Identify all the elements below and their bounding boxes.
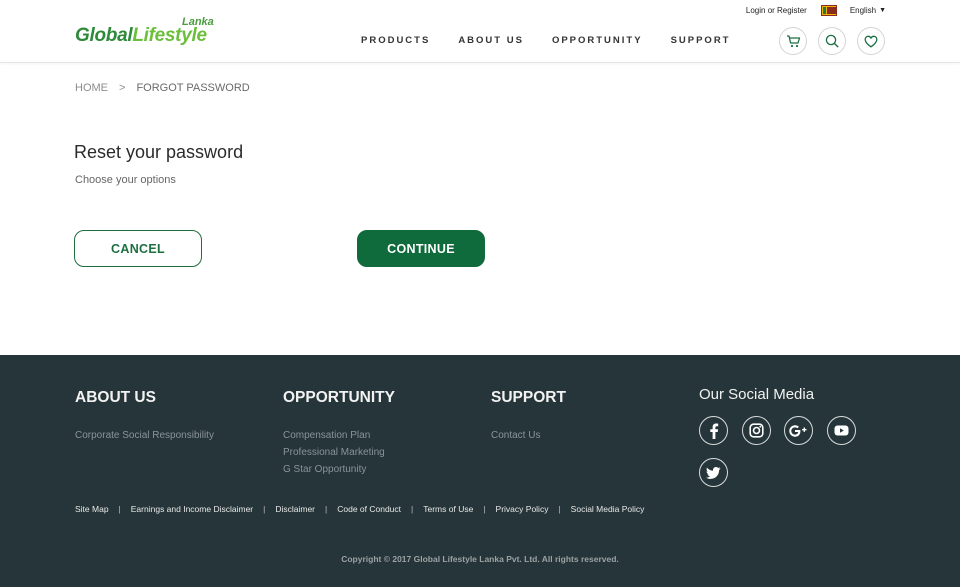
footer-opportunity-heading: OPPORTUNITY [283,389,395,406]
search-button[interactable] [818,27,846,55]
footer-about-heading: ABOUT US [75,389,156,406]
breadcrumb: HOME > FORGOT PASSWORD [75,82,250,94]
footer-link-privacy-policy[interactable]: Privacy Policy [496,504,549,514]
sri-lanka-flag-icon [820,5,837,16]
breadcrumb-current: FORGOT PASSWORD [136,82,250,94]
heart-icon [864,35,878,48]
youtube-icon[interactable] [826,416,856,445]
instagram-icon[interactable] [741,416,771,445]
footer-link-site-map[interactable]: Site Map [75,504,109,514]
footer-link-professional-marketing[interactable]: Professional Marketing [283,444,395,461]
footer-link-disclaimer[interactable]: Disclaimer [275,504,315,514]
cart-button[interactable] [779,27,807,55]
footer-link-contact-us[interactable]: Contact Us [491,427,566,444]
utility-bar: Login or Register English ▼ [746,5,886,16]
login-register-link[interactable]: Login or Register [746,6,807,15]
link-separator: | [263,504,266,514]
copyright-text: Copyright © 2017 Global Lifestyle Lanka … [341,554,619,564]
main-nav: PRODUCTS ABOUT US OPPORTUNITY SUPPORT [361,35,731,46]
facebook-icon[interactable] [699,416,728,445]
cancel-button[interactable]: CANCEL [74,230,202,267]
breadcrumb-separator: > [119,82,126,94]
breadcrumb-home[interactable]: HOME [75,82,108,94]
link-separator: | [118,504,121,514]
nav-products[interactable]: PRODUCTS [361,35,430,46]
page-title: Reset your password [74,142,244,162]
page-subtitle: Choose your options [75,174,176,186]
social-icons [699,416,869,500]
footer-social-heading: Our Social Media [699,386,815,403]
footer-support-column: SUPPORT Contact Us [491,389,566,444]
logo-lifestyle-text: Lifestyle [132,25,207,46]
footer-about-column: ABOUT US Corporate Social Responsibility [75,389,214,444]
language-selector[interactable]: English ▼ [850,6,886,15]
site-header: Lanka GlobalLifestyle Login or Register … [0,0,960,63]
footer-social-column: Our Social Media [699,386,869,500]
link-separator: | [558,504,561,514]
cart-icon [786,35,800,48]
footer-link-earnings-disclaimer[interactable]: Earnings and Income Disclaimer [131,504,253,514]
footer-link-csr[interactable]: Corporate Social Responsibility [75,427,214,444]
link-separator: | [325,504,328,514]
nav-about-us[interactable]: ABOUT US [458,35,524,46]
site-logo[interactable]: Lanka GlobalLifestyle [75,16,225,50]
twitter-icon[interactable] [699,458,728,487]
footer-opportunity-column: OPPORTUNITY Compensation Plan Profession… [283,389,395,478]
site-footer: ABOUT US Corporate Social Responsibility… [0,355,960,587]
link-separator: | [483,504,486,514]
nav-opportunity[interactable]: OPPORTUNITY [552,35,643,46]
footer-link-g-star[interactable]: G Star Opportunity [283,461,395,478]
footer-bottom-links: Site Map | Earnings and Income Disclaime… [75,504,644,514]
footer-link-terms-of-use[interactable]: Terms of Use [423,504,473,514]
logo-global-text: Global [75,25,133,46]
footer-link-code-of-conduct[interactable]: Code of Conduct [337,504,401,514]
caret-down-icon: ▼ [879,7,886,14]
link-separator: | [411,504,414,514]
footer-link-compensation-plan[interactable]: Compensation Plan [283,427,395,444]
search-icon [825,34,839,48]
language-label: English [849,6,877,15]
continue-button[interactable]: CONTINUE [357,230,485,267]
wishlist-button[interactable] [857,27,885,55]
google-plus-icon[interactable] [784,416,813,445]
footer-support-heading: SUPPORT [491,389,566,406]
footer-link-social-media-policy[interactable]: Social Media Policy [571,504,645,514]
nav-support[interactable]: SUPPORT [671,35,731,46]
logo-wordmark: GlobalLifestyle [75,25,207,47]
